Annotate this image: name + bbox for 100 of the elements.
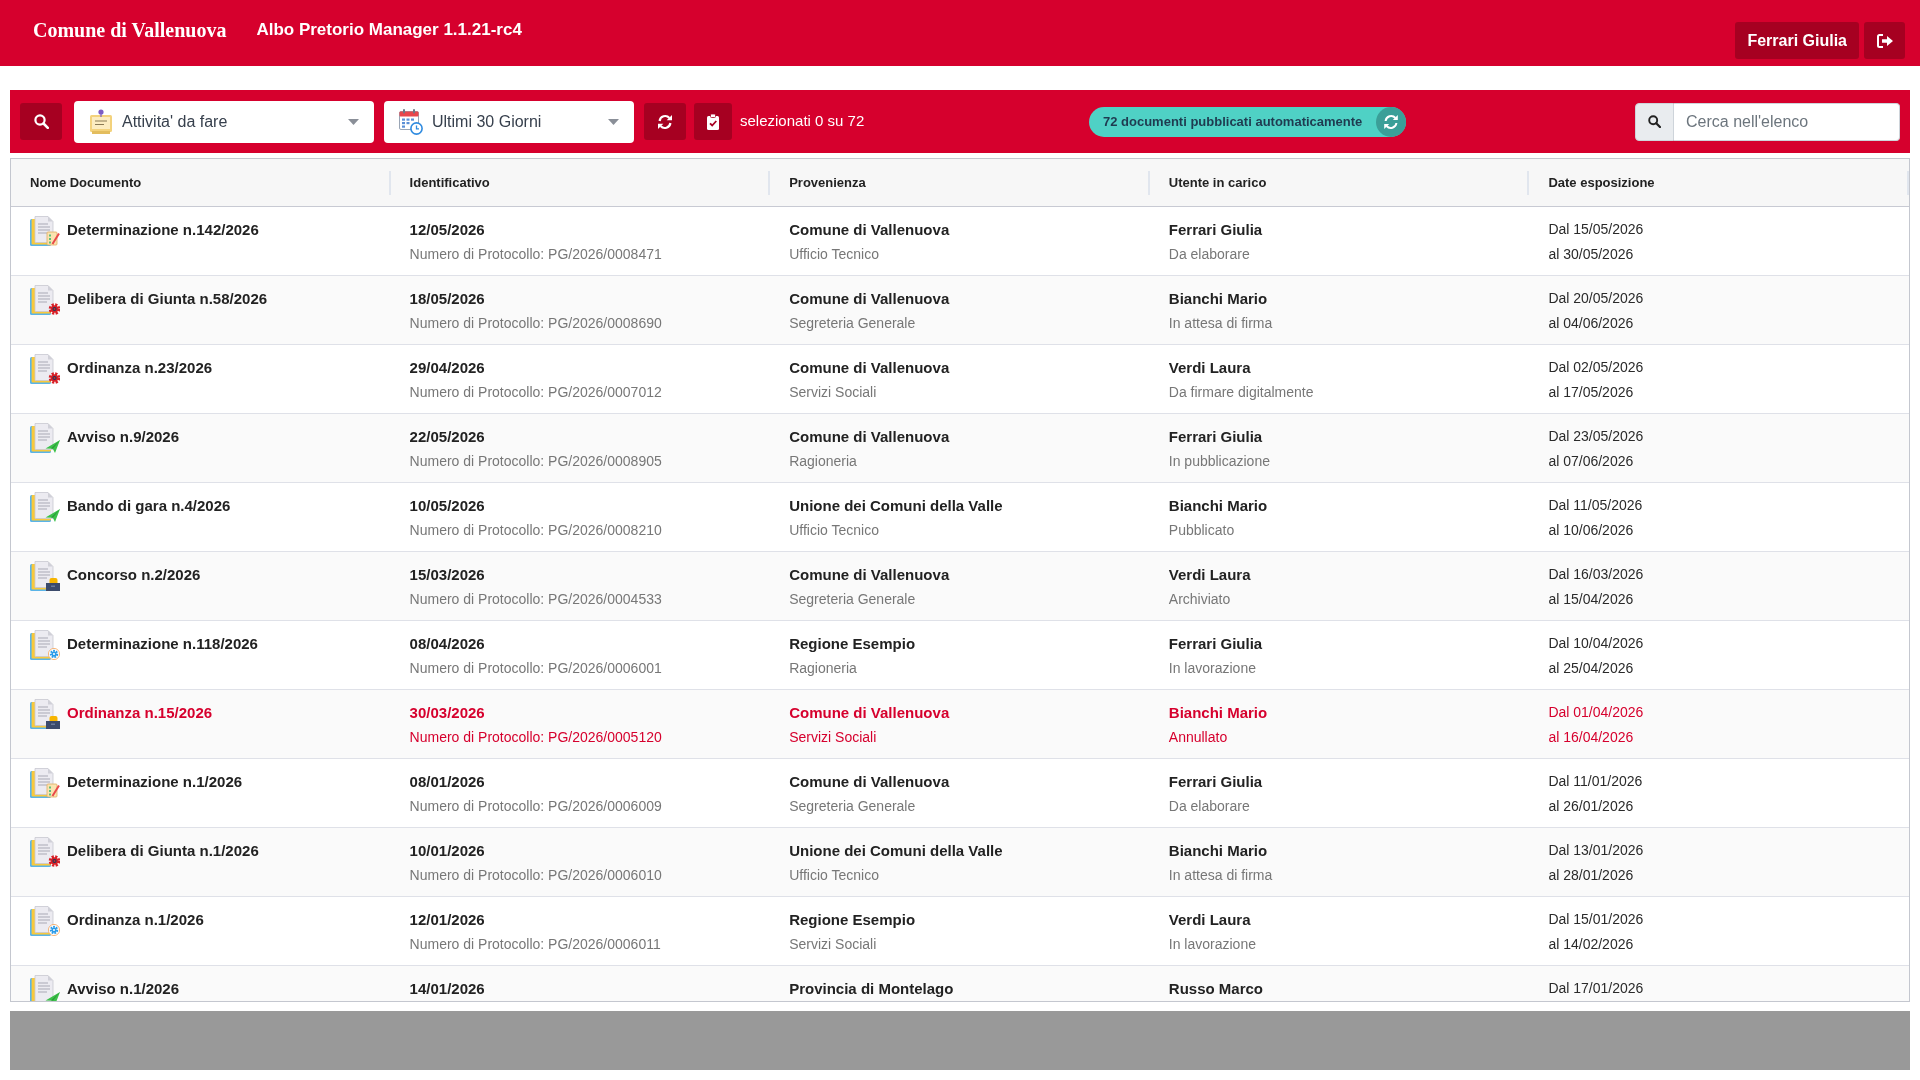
logout-button[interactable]: [1864, 22, 1905, 59]
document-gear-icon: [30, 285, 60, 315]
origin-name: Unione dei Comuni della Valle: [789, 841, 1003, 861]
exposure-end: al 17/05/2026: [1548, 383, 1634, 402]
document-gear-icon: [30, 354, 60, 384]
search-field[interactable]: Cerca nell'elenco: [1674, 102, 1900, 141]
document-arrow-icon: [30, 492, 60, 522]
app-title: Albo Pretorio Manager 1.1.21-rc4: [256, 19, 522, 41]
office-name: Ragioneria: [789, 452, 857, 471]
column-header[interactable]: Date esposizione: [1548, 172, 1655, 193]
protocol-number: Numero di Protocollo: PG/2026/0005120: [409, 728, 662, 747]
search-button[interactable]: [1635, 102, 1674, 141]
document-status: Archiviato: [1168, 590, 1231, 609]
office-name: Segreteria Generale: [789, 314, 916, 333]
document-name: Ordinanza n.15/2026: [67, 703, 213, 723]
clipboard-check-icon: [707, 113, 719, 130]
caret-icon: [608, 118, 619, 125]
document-date: 15/03/2026: [409, 565, 485, 585]
table-row[interactable]: Avviso n.9/2026 22/05/2026 Numero di Protocollo: PG/2026/0008905 Comune di Vallenuova Ragioneria Ferrari Giulia In pubblicazione Dal 23/05/2026 al 07/06/2026: [11, 414, 1909, 483]
note-icon: [89, 108, 113, 135]
protocol-number: Numero di Protocollo: PG/2026/0006011: [409, 935, 661, 954]
protocol-number: Numero di Protocollo: PG/2026/0008471: [409, 245, 662, 264]
document-status: In lavorazione: [1168, 935, 1256, 954]
office-name: Segreteria Generale: [789, 797, 916, 816]
activity-filter-dropdown[interactable]: Attivita' da fare: [74, 100, 374, 143]
table-row[interactable]: Ordinanza n.15/2026 30/03/2026 Numero di Protocollo: PG/2026/0005120 Comune di Vallenuova Servizi Sociali Bianchi Mario Annullato Dal 01/04/2026 al 16/04/2026: [11, 690, 1909, 759]
document-date: 12/01/2026: [409, 910, 485, 930]
assigned-user: Verdi Laura: [1168, 910, 1251, 930]
document-date: 08/04/2026: [409, 634, 485, 654]
document-date: 08/01/2026: [409, 772, 485, 792]
exposure-start: Dal 11/01/2026: [1548, 772, 1643, 791]
assigned-user: Ferrari Giulia: [1168, 772, 1263, 792]
column-header[interactable]: Identificativo: [409, 172, 490, 193]
exposure-end: al 26/01/2026: [1548, 797, 1634, 816]
protocol-number: Numero di Protocollo: PG/2026/0008905: [409, 452, 662, 471]
protocol-number: Numero di Protocollo: PG/2026/0006001: [409, 659, 662, 678]
office-name: Servizi Sociali: [789, 935, 877, 954]
origin-name: Comune di Vallenuova: [789, 565, 950, 585]
exposure-start: Dal 15/01/2026: [1548, 910, 1644, 929]
exposure-start: Dal 13/01/2026: [1548, 841, 1644, 860]
document-status: Da firmare digitalmente: [1168, 383, 1314, 402]
column-header[interactable]: Provenienza: [789, 172, 866, 193]
document-gear-icon: [30, 837, 60, 867]
exposure-end: al 10/06/2026: [1548, 521, 1634, 540]
search-button[interactable]: [20, 103, 62, 140]
office-name: Ufficio Tecnico: [789, 866, 879, 885]
table-row[interactable]: Avviso n.1/2026 14/01/2026 Provincia di Montelago Russo Marco Dal 17/01/2026: [11, 966, 1909, 1001]
document-name: Avviso n.9/2026: [67, 427, 179, 447]
table-row[interactable]: Delibera di Giunta n.58/2026 18/05/2026 Numero di Protocollo: PG/2026/0008690 Comune di Vallenuova Segreteria Generale Bianchi Mario In attesa di firma Dal 20/05/2026 al 04/06/2026: [11, 276, 1909, 345]
exposure-start: Dal 17/01/2026: [1548, 979, 1644, 998]
calendar-clock-icon: [399, 108, 423, 135]
origin-name: Provincia di Montelago: [789, 979, 954, 999]
exposure-start: Dal 01/04/2026: [1548, 703, 1644, 722]
office-name: Servizi Sociali: [789, 728, 877, 747]
period-filter-dropdown[interactable]: Ultimi 30 Giorni: [384, 100, 634, 143]
document-name: Concorso n.2/2026: [67, 565, 201, 585]
table-row[interactable]: Delibera di Giunta n.1/2026 10/01/2026 Numero di Protocollo: PG/2026/0006010 Unione dei Comuni della Valle Ufficio Tecnico Bianchi Mario In attesa di firma Dal 13/01/2026 al 28/01/2026: [11, 828, 1909, 897]
exposure-end: al 30/05/2026: [1548, 245, 1634, 264]
document-status: Da elaborare: [1168, 245, 1250, 264]
document-date: 10/01/2026: [409, 841, 485, 861]
document-status: Annullato: [1168, 728, 1228, 747]
origin-name: Comune di Vallenuova: [789, 358, 950, 378]
assigned-user: Ferrari Giulia: [1168, 634, 1263, 654]
document-name: Determinazione n.142/2026: [67, 220, 259, 240]
document-name: Avviso n.1/2026: [67, 979, 179, 999]
document-status: In attesa di firma: [1168, 314, 1273, 333]
exposure-start: Dal 15/05/2026: [1548, 220, 1644, 239]
auto-published-button[interactable]: 72 documenti pubblicati automaticamente: [1089, 106, 1407, 137]
office-name: Ufficio Tecnico: [789, 521, 879, 540]
column-header[interactable]: Utente in carico: [1168, 172, 1267, 193]
office-name: Segreteria Generale: [789, 590, 916, 609]
protocol-number: Numero di Protocollo: PG/2026/0008690: [409, 314, 662, 333]
document-gear-icon: [30, 630, 60, 660]
document-status: Pubblicato: [1168, 521, 1235, 540]
refresh-icon: [657, 113, 673, 130]
assigned-user: Ferrari Giulia: [1168, 220, 1263, 240]
document-date: 12/05/2026: [409, 220, 485, 240]
assigned-user: Ferrari Giulia: [1168, 427, 1263, 447]
user-button[interactable]: Ferrari Giulia: [1735, 22, 1859, 59]
exposure-end: al 04/06/2026: [1548, 314, 1634, 333]
document-date: 10/05/2026: [409, 496, 485, 516]
origin-name: Comune di Vallenuova: [789, 772, 950, 792]
caret-icon: [348, 118, 359, 125]
assigned-user: Russo Marco: [1168, 979, 1263, 999]
exposure-start: Dal 20/05/2026: [1548, 289, 1644, 308]
logout-icon: [1876, 33, 1893, 48]
document-status: In lavorazione: [1168, 659, 1256, 678]
column-header[interactable]: Nome Documento: [30, 172, 142, 193]
assigned-user: Bianchi Mario: [1168, 496, 1268, 516]
origin-name: Comune di Vallenuova: [789, 220, 950, 240]
origin-name: Regione Esempio: [789, 634, 916, 654]
assigned-user: Verdi Laura: [1168, 565, 1251, 585]
office-name: Ragioneria: [789, 659, 857, 678]
document-status: Da elaborare: [1168, 797, 1250, 816]
select-all-button[interactable]: [694, 103, 732, 140]
document-date: 29/04/2026: [409, 358, 485, 378]
table-row[interactable]: Concorso n.2/2026 15/03/2026 Numero di Protocollo: PG/2026/0004533 Comune di Vallenuova Segreteria Generale Verdi Laura Archiviato Dal 16/03/2026 al 15/04/2026: [11, 552, 1909, 621]
exposure-start: Dal 10/04/2026: [1548, 634, 1644, 653]
document-name: Ordinanza n.23/2026: [67, 358, 213, 378]
refresh-button[interactable]: [644, 103, 686, 140]
